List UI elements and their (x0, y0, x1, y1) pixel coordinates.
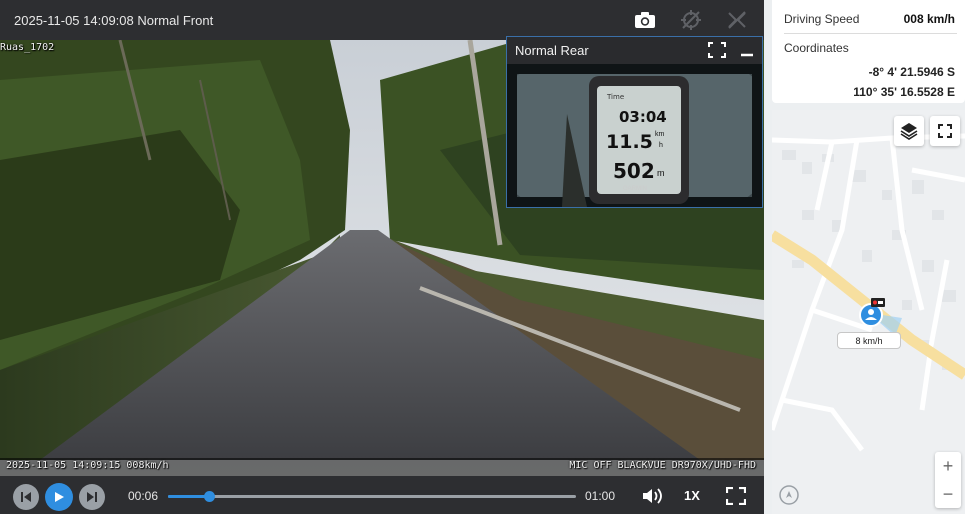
current-time: 00:06 (128, 489, 159, 503)
latitude-value: -8° 4' 21.5946 S (868, 65, 955, 79)
volume-icon[interactable] (641, 487, 663, 510)
video-player: 2025-11-05 14:09:08 Normal Front Ruas_17… (0, 0, 764, 514)
zoom-out-button[interactable]: − (935, 480, 961, 508)
previous-button[interactable] (13, 484, 39, 510)
recording-badge-icon (871, 294, 885, 312)
garmin-logo: GARMIN (623, 186, 647, 192)
side-panel: Driving Speed 008 km/h Coordinates -8° 4… (764, 0, 965, 514)
osd-location-label: Ruas_1702 (0, 42, 55, 53)
gps-speed: 11.5 (606, 131, 653, 153)
layers-button[interactable] (894, 116, 924, 146)
playback-controls: 00:06 01:00 1X (0, 476, 764, 514)
camera-icon[interactable] (632, 7, 658, 33)
rear-camera-title: Normal Rear (515, 43, 589, 58)
progress-fill (168, 495, 209, 498)
gps-speed-unit-bottom: h (659, 142, 663, 149)
rear-camera-inset[interactable]: Normal Rear Time 03:04 11.5 km h 502 m G… (506, 36, 763, 208)
playback-speed-button[interactable]: 1X (684, 488, 700, 503)
no-gps-icon[interactable] (678, 7, 704, 33)
minimize-icon[interactable] (740, 43, 754, 62)
divider (784, 33, 957, 34)
driving-speed-value: 008 km/h (903, 12, 955, 26)
map-fullscreen-button[interactable] (930, 116, 960, 146)
no-speed-icon[interactable] (724, 7, 750, 33)
map-view[interactable]: 8 km/h + − (772, 110, 965, 514)
play-button[interactable] (45, 483, 73, 511)
fullscreen-icon[interactable] (725, 486, 747, 510)
driving-info-card: Driving Speed 008 km/h Coordinates -8° 4… (772, 0, 965, 103)
progress-track[interactable] (168, 495, 576, 498)
expand-icon[interactable] (708, 42, 726, 63)
osd-timestamp: 2025-11-05 14:09:15 008km/h (6, 460, 169, 471)
rear-camera-view: Time 03:04 11.5 km h 502 m GARMIN (507, 64, 762, 207)
osd-device-info: MIC OFF BLACKVUE DR970X/UHD-FHD (569, 460, 756, 471)
player-top-bar: 2025-11-05 14:09:08 Normal Front (0, 0, 764, 40)
gps-speed-unit-top: km (655, 131, 665, 138)
video-title: 2025-11-05 14:09:08 Normal Front (14, 12, 214, 28)
gps-time: 03:04 (619, 108, 667, 126)
longitude-value: 110° 35' 16.5528 E (853, 85, 955, 99)
next-button[interactable] (79, 484, 105, 510)
zoom-control: + − (935, 452, 961, 508)
coordinates-label: Coordinates (784, 41, 849, 55)
total-time: 01:00 (585, 489, 616, 503)
rear-camera-header: Normal Rear (507, 37, 762, 64)
gps-distance-unit: m (657, 168, 665, 178)
progress-handle[interactable] (203, 491, 215, 502)
gps-distance: 502 (613, 159, 655, 183)
vehicle-speed-tag: 8 km/h (837, 332, 901, 349)
zoom-in-button[interactable]: + (935, 452, 961, 480)
map-logo-icon (778, 484, 800, 511)
svg-text:Time: Time (606, 93, 624, 101)
